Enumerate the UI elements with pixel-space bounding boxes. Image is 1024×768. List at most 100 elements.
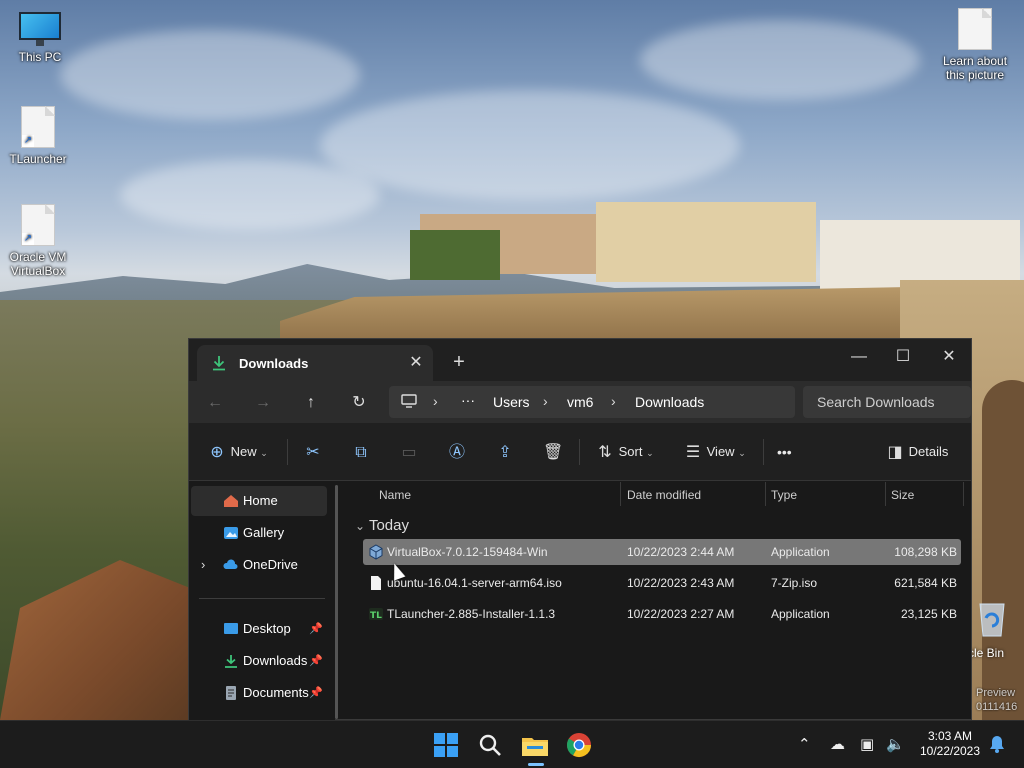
new-button[interactable]: ⊕ New ⌄ [207, 439, 268, 465]
document-shortcut-icon: ↗ [21, 106, 55, 148]
desktop-icon-label: This PC [18, 50, 62, 64]
cloud [60, 30, 360, 120]
breadcrumb-downloads[interactable]: Downloads [635, 394, 704, 410]
file-size: 108,298 KB [894, 545, 957, 559]
file-date: 10/22/2023 2:44 AM [627, 545, 735, 559]
up-button[interactable]: ↑ [297, 389, 325, 417]
file-name: VirtualBox-7.0.12-159484-Win [387, 545, 548, 559]
delete-button[interactable]: 🗑 [543, 439, 563, 465]
recycle-bin-icon[interactable] [972, 598, 1012, 638]
desktop-icon-this-pc[interactable]: This PC [2, 12, 78, 64]
documents-icon [226, 686, 236, 700]
new-tab-button[interactable]: + [447, 351, 471, 375]
sidebar-item-gallery[interactable]: Gallery [191, 518, 327, 548]
copy-icon: ⧉ [355, 443, 367, 461]
sidebar-item-label: Downloads [243, 653, 308, 668]
column-divider[interactable] [620, 482, 621, 506]
sidebar-item-label: Documents [243, 685, 309, 700]
clock[interactable]: 3:03 AM 10/22/2023 [912, 729, 988, 759]
column-divider[interactable] [765, 482, 766, 506]
trash-icon: 🗑 [543, 443, 564, 461]
bell-icon[interactable] [986, 733, 1008, 755]
file-type: 7-Zip.iso [771, 576, 818, 590]
tab-close-button[interactable]: ✕ [405, 352, 427, 374]
refresh-button[interactable]: ↻ [345, 389, 373, 417]
chevron-right-icon: › [433, 393, 438, 409]
file-explorer-window: Downloads ✕ + — ☐ ✕ ← → ↑ ↻ › ··· Users … [188, 338, 972, 720]
chevron-right-icon[interactable]: › [201, 550, 205, 580]
desktop-icon-tlauncher[interactable]: ↗ TLauncher [0, 106, 76, 166]
sidebar-item-label: Gallery [243, 525, 285, 540]
sidebar-item-label: Home [243, 493, 278, 508]
title-bar: Downloads ✕ + — ☐ ✕ [189, 339, 971, 381]
breadcrumb-users[interactable]: Users [493, 394, 530, 410]
chevron-up-icon[interactable]: ⌃ [798, 735, 811, 753]
tab-downloads[interactable]: Downloads ✕ [197, 345, 433, 381]
cut-button[interactable]: ✂ [303, 439, 323, 465]
onedrive-icon[interactable]: ☁ [830, 735, 845, 753]
sidebar-item-home[interactable]: Home [191, 486, 327, 516]
search-box[interactable]: Search Downloads [803, 386, 971, 418]
file-date: 10/22/2023 2:27 AM [627, 607, 735, 621]
column-header-size[interactable]: Size [891, 488, 914, 502]
cloud-icon [223, 559, 238, 569]
build-watermark: Preview 0111416 [976, 686, 1017, 714]
details-button[interactable]: ◨ Details [885, 439, 948, 465]
share-button[interactable]: ⇪ [495, 439, 515, 465]
close-button[interactable]: ✕ [927, 343, 971, 371]
file-type: Application [771, 607, 830, 621]
start-icon[interactable] [430, 729, 462, 761]
column-header-date-modified[interactable]: Date modified [627, 488, 701, 502]
view-list-icon: ☰ [685, 443, 701, 461]
navigation-pane: Home Gallery › OneDrive Desktop 📌 Downlo… [189, 482, 335, 720]
sidebar-item-label: Desktop [243, 621, 291, 636]
chrome-icon[interactable] [563, 729, 595, 761]
forward-button[interactable]: → [249, 389, 277, 417]
file-explorer-icon[interactable] [519, 729, 551, 761]
download-icon [213, 356, 225, 371]
recycle-bin-label: cle Bin [968, 646, 1005, 660]
column-divider[interactable] [963, 482, 964, 506]
command-bar: ⊕ New ⌄ ✂ ⧉ ▭ Ⓐ ⇪ 🗑 ⇅ Sort ⌄ ☰ View ⌄ ••… [189, 423, 971, 481]
cloud [320, 90, 740, 200]
network-icon[interactable]: ▣ [860, 735, 874, 753]
back-button[interactable]: ← [201, 389, 229, 417]
virtualbox-icon [369, 544, 383, 560]
desktop-icon-label: Oracle VM VirtualBox [9, 250, 67, 278]
desktop-icon-learn-picture[interactable]: Learn about this picture [936, 8, 1014, 82]
group-header-today[interactable]: ⌄ Today [355, 517, 409, 534]
file-row-tlauncher[interactable]: TL TLauncher-2.885-Installer-1.1.3 10/22… [363, 601, 961, 627]
search-icon[interactable] [474, 729, 506, 761]
desktop-icon-virtualbox[interactable]: ↗ Oracle VM VirtualBox [0, 204, 76, 278]
sort-button[interactable]: ⇅ Sort ⌄ [595, 439, 654, 465]
file-list: Name Date modified Type Size ⌄ Today Vir… [347, 482, 971, 720]
clock-date: 10/22/2023 [919, 744, 981, 758]
sidebar-item-downloads[interactable]: Downloads 📌 [191, 646, 327, 676]
address-bar[interactable]: › ··· Users › vm6 › Downloads [389, 386, 795, 418]
paste-button[interactable]: ▭ [399, 439, 419, 465]
clock-time: 3:03 AM [927, 729, 973, 743]
cloud [640, 20, 920, 100]
view-button[interactable]: ☰ View ⌄ [683, 439, 746, 465]
chevron-down-icon: ⌄ [646, 448, 654, 458]
more-options-button[interactable]: ••• [777, 439, 792, 465]
pin-icon: 📌 [309, 623, 323, 635]
maximize-button[interactable]: ☐ [881, 343, 925, 371]
copy-button[interactable]: ⧉ [351, 439, 371, 465]
file-row-virtualbox[interactable]: VirtualBox-7.0.12-159484-Win 10/22/2023 … [363, 539, 961, 565]
column-header-name[interactable]: Name [379, 488, 411, 502]
chevron-right-icon: › [543, 393, 548, 409]
rename-button[interactable]: Ⓐ [447, 439, 467, 465]
file-row-ubuntu-iso[interactable]: ubuntu-16.04.1-server-arm64.iso 10/22/20… [363, 570, 961, 596]
sidebar-item-onedrive[interactable]: › OneDrive [191, 550, 327, 580]
sidebar-scrollbar[interactable] [335, 485, 338, 719]
column-header-type[interactable]: Type [771, 488, 797, 502]
sidebar-item-desktop[interactable]: Desktop 📌 [191, 614, 327, 644]
column-divider[interactable] [885, 482, 886, 506]
minimize-button[interactable]: — [837, 343, 881, 371]
breadcrumb-more[interactable]: ··· [461, 392, 475, 408]
volume-icon[interactable]: 🔈 [886, 735, 905, 753]
tlauncher-icon: TL [369, 608, 383, 621]
breadcrumb-vm6[interactable]: vm6 [567, 394, 593, 410]
sidebar-item-documents[interactable]: Documents 📌 [191, 678, 327, 708]
